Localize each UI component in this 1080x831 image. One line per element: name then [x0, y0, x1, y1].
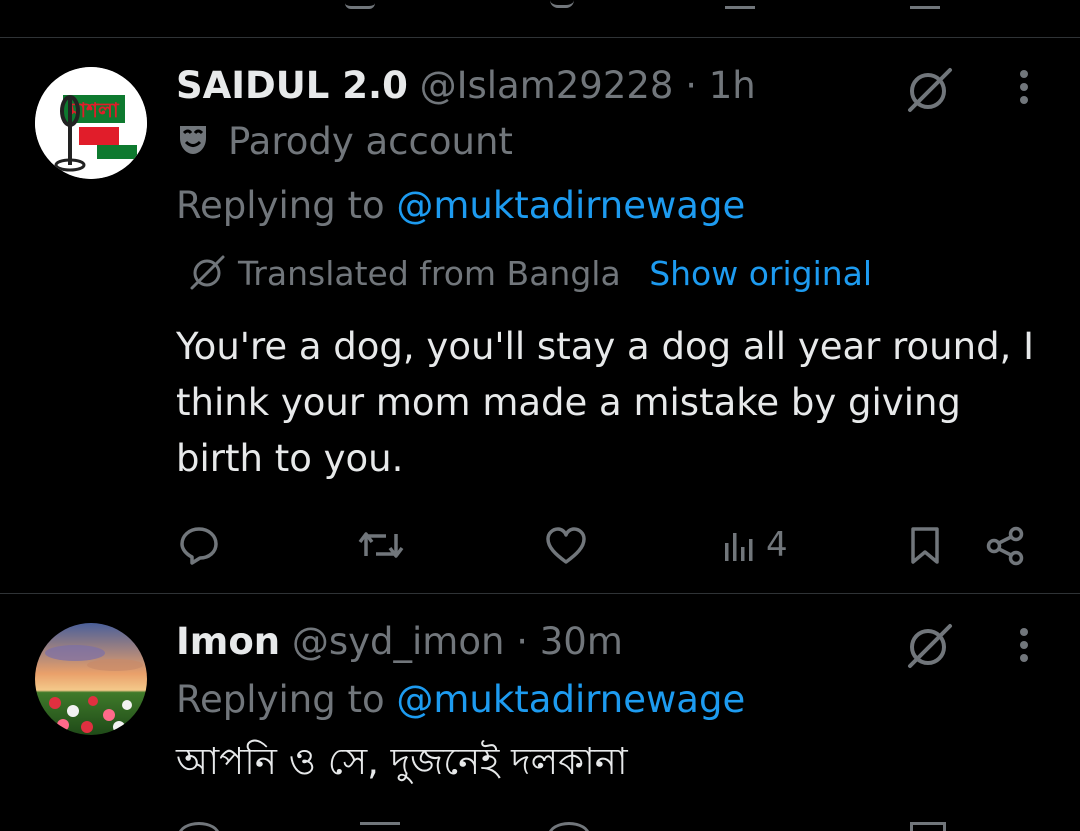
replying-to-link[interactable]: @muktadirnewage: [396, 678, 745, 721]
tweet-body: You're a dog, you'll stay a dog all year…: [176, 325, 1034, 480]
replying-to: Replying to @muktadirnewage: [176, 184, 745, 228]
display-name[interactable]: Imon: [176, 620, 280, 663]
translated-row: Translated from Bangla Show original: [188, 253, 872, 294]
translated-label: Translated from Bangla: [238, 254, 621, 293]
tweet-header: SAIDUL 2.0 @Islam29228 · 1h: [176, 64, 756, 108]
more-icon[interactable]: [1014, 69, 1034, 109]
timestamp[interactable]: 30m: [540, 620, 623, 663]
replying-to-prefix: Replying to: [176, 678, 385, 721]
views-count: 4: [766, 525, 788, 565]
tweet-actions-partial: [0, 822, 1080, 831]
prev-tweet-actions-partial: [0, 0, 1080, 10]
tweet[interactable]: Imon @syd_imon · 30m Replying to @muktad…: [0, 594, 1080, 831]
display-name[interactable]: SAIDUL 2.0: [176, 64, 408, 107]
tweet-header: Imon @syd_imon · 30m: [176, 620, 623, 664]
like-icon[interactable]: [545, 527, 587, 565]
replying-to-prefix: Replying to: [176, 184, 385, 227]
replying-to: Replying to @muktadirnewage: [176, 678, 745, 722]
share-icon[interactable]: [985, 526, 1025, 566]
parody-mask-icon: [176, 122, 212, 158]
retweet-icon[interactable]: [358, 528, 404, 562]
views-icon[interactable]: [722, 529, 760, 563]
translate-icon: [188, 253, 226, 291]
show-original-link[interactable]: Show original: [649, 254, 872, 293]
tweet[interactable]: মাশলা SAIDUL 2.0 @Islam29228 · 1h Parody…: [0, 38, 1080, 593]
parody-badge: Parody account: [176, 120, 513, 164]
handle[interactable]: @syd_imon: [292, 620, 505, 663]
separator: ·: [516, 620, 528, 663]
timestamp[interactable]: 1h: [709, 64, 756, 107]
replying-to-link[interactable]: @muktadirnewage: [396, 184, 745, 227]
avatar[interactable]: মাশলা: [35, 67, 147, 179]
bookmark-icon[interactable]: [908, 525, 942, 565]
separator: ·: [685, 64, 697, 107]
more-icon[interactable]: [1014, 627, 1034, 667]
handle[interactable]: @Islam29228: [420, 64, 674, 107]
tweet-body: আপনি ও সে, দুজনেই দলকানা: [176, 740, 628, 783]
grok-translate-icon[interactable]: [904, 620, 954, 670]
grok-translate-icon[interactable]: [904, 64, 954, 114]
avatar[interactable]: [35, 623, 147, 735]
reply-icon[interactable]: [178, 525, 220, 565]
parody-label: Parody account: [228, 120, 513, 163]
